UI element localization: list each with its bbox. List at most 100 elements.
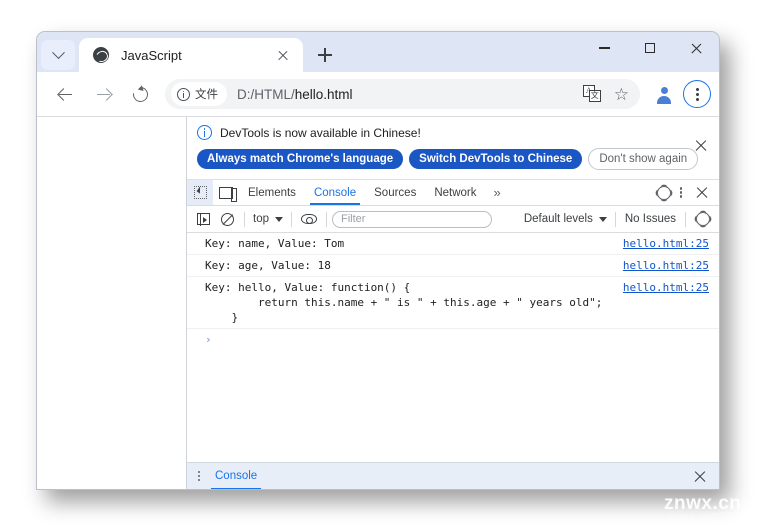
reload-button[interactable] — [124, 78, 156, 110]
log-levels-label: Default levels — [523, 213, 593, 225]
tab-search-button[interactable] — [41, 40, 75, 70]
console-message-source-link[interactable]: hello.html:25 — [623, 280, 719, 295]
inspect-element-button[interactable] — [187, 180, 213, 205]
divider — [685, 211, 686, 227]
drawer-actions — [689, 469, 715, 483]
tab-network[interactable]: Network — [425, 180, 485, 205]
url-prefix: D:/HTML/ — [237, 86, 295, 102]
divider — [291, 211, 292, 227]
info-circle-icon — [197, 125, 212, 140]
tab-elements[interactable]: Elements — [239, 180, 305, 205]
tab-strip: JavaScript — [37, 32, 719, 72]
chrome-menu-button[interactable] — [683, 80, 711, 108]
live-expression-button[interactable] — [297, 207, 321, 231]
window-minimize-button[interactable] — [581, 32, 627, 64]
more-tabs-chevron-icon[interactable]: » — [486, 180, 507, 205]
close-icon[interactable] — [695, 186, 709, 200]
divider — [326, 211, 327, 227]
watermark: znwx.cn CSDN @郭曙亮 — [656, 494, 749, 526]
device-toolbar-icon — [219, 186, 237, 202]
console-toolbar: top Default levels No Issues — [187, 206, 719, 233]
console-message-text: Key: hello, Value: function() { return t… — [205, 281, 603, 324]
console-message-row[interactable]: Key: hello, Value: function() { return t… — [187, 277, 719, 329]
devtools-language-banner: DevTools is now available in Chinese! Al… — [187, 117, 719, 180]
console-sidebar-icon — [196, 213, 210, 226]
site-chip-label: 文件 — [195, 89, 218, 101]
banner-close-icon[interactable] — [693, 137, 709, 153]
console-filter-input[interactable] — [332, 210, 492, 228]
clear-console-button[interactable] — [215, 207, 239, 231]
devtools-drawer: Console — [187, 462, 719, 489]
kebab-menu-icon — [695, 87, 699, 91]
browser-window: JavaScript 文件 D:/HTML/hello.html A 文 — [36, 31, 720, 490]
watermark-sub-text: CSDN @郭曙亮 — [656, 511, 749, 526]
devtools-panel: DevTools is now available in Chinese! Al… — [187, 117, 719, 489]
clear-console-icon — [220, 212, 234, 226]
kebab-menu-icon[interactable] — [673, 185, 689, 201]
console-message-text: Key: age, Value: 18 — [205, 259, 331, 272]
translate-icon[interactable]: A 文 — [582, 85, 601, 103]
issues-counter[interactable]: No Issues — [621, 213, 680, 225]
close-icon[interactable] — [693, 469, 707, 483]
console-sidebar-button[interactable] — [191, 207, 215, 231]
window-close-button[interactable] — [673, 32, 719, 64]
back-button[interactable] — [48, 78, 80, 110]
minimize-icon — [598, 47, 610, 49]
live-expression-icon — [301, 214, 317, 224]
console-message-source-link[interactable]: hello.html:25 — [623, 236, 719, 251]
divider — [614, 211, 616, 227]
forward-button[interactable] — [86, 78, 118, 110]
window-controls — [581, 32, 719, 72]
maximize-icon — [645, 43, 655, 53]
divider — [244, 211, 245, 227]
kebab-menu-icon[interactable] — [191, 468, 207, 484]
banner-button-row: Always match Chrome's language Switch De… — [197, 148, 709, 170]
web-page-viewport[interactable] — [37, 117, 187, 489]
tab-close-icon[interactable] — [273, 45, 293, 65]
browser-tab-title: JavaScript — [121, 47, 182, 63]
console-message-list[interactable]: Key: name, Value: Tom hello.html:25 Key:… — [187, 233, 719, 462]
window-maximize-button[interactable] — [627, 32, 673, 64]
console-message-source-link[interactable]: hello.html:25 — [623, 258, 719, 273]
url-filename: hello.html — [294, 86, 353, 102]
arrow-left-icon — [58, 88, 72, 101]
address-bar[interactable]: 文件 D:/HTML/hello.html A 文 ☆ — [165, 79, 640, 109]
globe-icon — [93, 47, 109, 63]
gear-icon — [696, 212, 710, 226]
close-icon — [690, 42, 703, 55]
devtools-tabbar-actions — [657, 180, 719, 205]
drawer-tab-console[interactable]: Console — [207, 463, 265, 489]
address-bar-url: D:/HTML/hello.html — [237, 87, 353, 102]
log-levels-selector[interactable]: Default levels — [521, 213, 610, 225]
devtools-tabbar: Elements Console Sources Network » — [187, 180, 719, 206]
tab-console[interactable]: Console — [305, 180, 365, 205]
dont-show-again-button[interactable]: Don't show again — [588, 148, 699, 170]
chevron-down-icon — [51, 45, 65, 59]
console-message-text: Key: name, Value: Tom — [205, 237, 345, 250]
switch-devtools-to-chinese-button[interactable]: Switch DevTools to Chinese — [409, 149, 583, 169]
watermark-main-text: znwx.cn — [663, 493, 742, 514]
profile-avatar[interactable] — [654, 84, 674, 104]
device-toolbar-button[interactable] — [213, 180, 239, 205]
console-input-prompt[interactable]: › — [187, 329, 719, 346]
console-message-row[interactable]: Key: age, Value: 18 hello.html:25 — [187, 255, 719, 277]
execution-context-selector[interactable]: top — [250, 213, 286, 225]
browser-tab-javascript[interactable]: JavaScript — [79, 38, 303, 72]
gear-icon[interactable] — [657, 185, 671, 200]
browser-toolbar: 文件 D:/HTML/hello.html A 文 ☆ — [37, 72, 719, 116]
chevron-down-icon — [598, 216, 607, 222]
site-info-chip[interactable]: 文件 — [171, 82, 227, 106]
arrow-right-icon — [96, 88, 110, 101]
console-toolbar-right: Default levels No Issues — [521, 207, 715, 231]
omnibox-actions: A 文 ☆ — [577, 85, 640, 103]
console-message-row[interactable]: Key: name, Value: Tom hello.html:25 — [187, 233, 719, 255]
inspect-element-icon — [193, 186, 207, 199]
reload-icon — [129, 83, 151, 105]
info-circle-icon — [177, 87, 190, 101]
prompt-caret-icon: › — [205, 333, 212, 346]
tab-sources[interactable]: Sources — [365, 180, 425, 205]
always-match-chrome-language-button[interactable]: Always match Chrome's language — [197, 149, 404, 169]
console-settings-button[interactable] — [691, 207, 715, 231]
new-tab-button[interactable] — [311, 41, 339, 69]
star-icon[interactable]: ☆ — [614, 86, 629, 103]
